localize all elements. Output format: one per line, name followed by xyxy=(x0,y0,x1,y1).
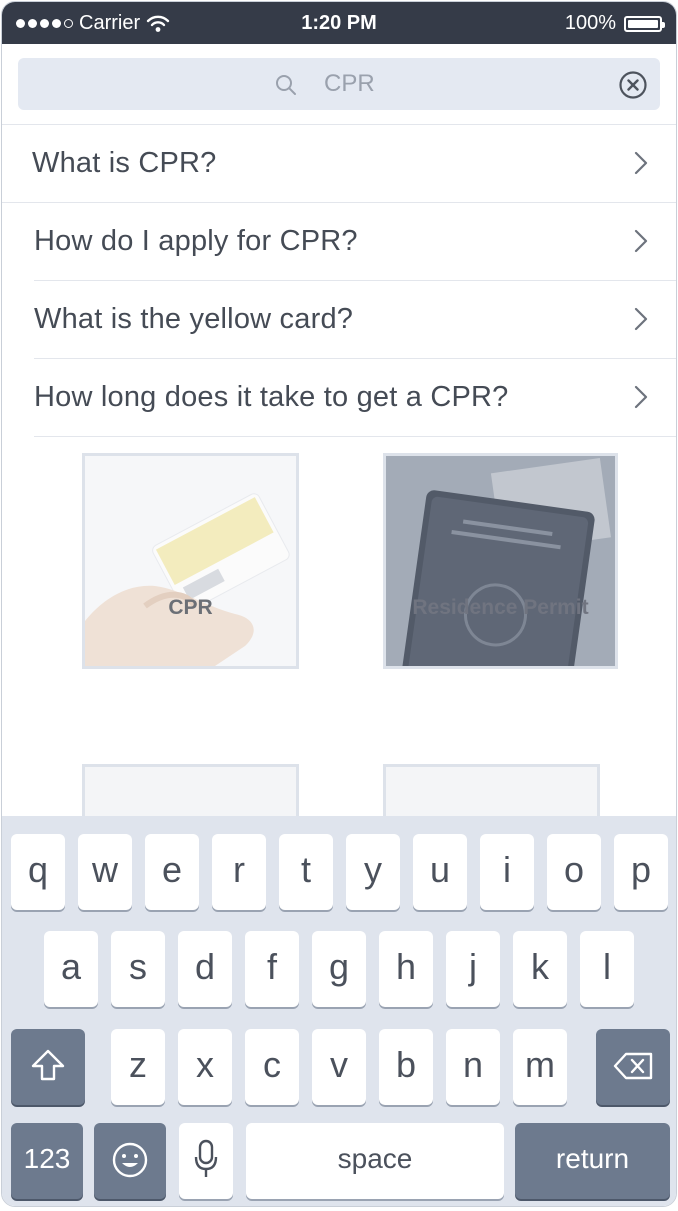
chevron-right-icon xyxy=(634,229,648,253)
key-r[interactable]: r xyxy=(212,834,266,910)
key-f[interactable]: f xyxy=(245,931,299,1007)
phone-screen: Carrier 1:20 PM 100% CPR What is CPR? Ho… xyxy=(1,1,677,1207)
key-i[interactable]: i xyxy=(480,834,534,910)
key-b[interactable]: b xyxy=(379,1029,433,1105)
battery-icon xyxy=(624,15,665,32)
residence-permit-tile[interactable]: Residence Permit xyxy=(383,453,618,669)
shift-arrow-icon xyxy=(31,1049,65,1081)
chevron-right-icon xyxy=(634,151,648,175)
search-icon xyxy=(276,75,296,95)
backspace-icon xyxy=(613,1052,653,1080)
key-s[interactable]: s xyxy=(111,931,165,1007)
key-l[interactable]: l xyxy=(580,931,634,1007)
key-e[interactable]: e xyxy=(145,834,199,910)
search-area: CPR xyxy=(2,44,676,125)
key-o[interactable]: o xyxy=(547,834,601,910)
tile-label: Residence Permit xyxy=(412,596,589,619)
status-bar: Carrier 1:20 PM 100% xyxy=(2,2,676,44)
key-m[interactable]: m xyxy=(513,1029,567,1105)
result-question: What is CPR? xyxy=(32,147,217,179)
key-h[interactable]: h xyxy=(379,931,433,1007)
space-key[interactable]: space xyxy=(246,1123,504,1199)
search-input[interactable]: CPR xyxy=(324,70,375,98)
clear-search-icon[interactable] xyxy=(618,70,648,100)
key-j[interactable]: j xyxy=(446,931,500,1007)
keyboard: q w e r t y u i o p a s d f g h j k l z … xyxy=(2,816,676,1206)
key-k[interactable]: k xyxy=(513,931,567,1007)
key-t[interactable]: t xyxy=(279,834,333,910)
list-item[interactable]: What is the yellow card? xyxy=(34,281,676,359)
key-c[interactable]: c xyxy=(245,1029,299,1105)
key-y[interactable]: y xyxy=(346,834,400,910)
return-key[interactable]: return xyxy=(515,1123,670,1199)
backspace-key[interactable] xyxy=(596,1029,670,1105)
search-field[interactable]: CPR xyxy=(18,58,660,110)
emoji-icon xyxy=(112,1142,148,1178)
card-in-hand-image xyxy=(85,456,296,666)
emoji-key[interactable] xyxy=(94,1123,166,1199)
key-q[interactable]: q xyxy=(11,834,65,910)
tile-partial[interactable] xyxy=(383,764,600,824)
results-list: What is CPR? How do I apply for CPR? Wha… xyxy=(2,125,676,437)
cpr-tile[interactable]: CPR xyxy=(82,453,299,669)
key-z[interactable]: z xyxy=(111,1029,165,1105)
tile-label: CPR xyxy=(168,596,213,619)
battery-percentage: 100% xyxy=(564,12,616,34)
key-v[interactable]: v xyxy=(312,1029,366,1105)
key-a[interactable]: a xyxy=(44,931,98,1007)
result-question: What is the yellow card? xyxy=(34,303,354,335)
key-x[interactable]: x xyxy=(178,1029,232,1105)
numbers-key[interactable]: 123 xyxy=(11,1123,83,1199)
passport-image xyxy=(386,456,615,666)
key-g[interactable]: g xyxy=(312,931,366,1007)
list-item[interactable]: What is CPR? xyxy=(2,125,676,203)
key-p[interactable]: p xyxy=(614,834,668,910)
microphone-icon xyxy=(194,1139,218,1177)
status-right: 100% xyxy=(564,12,665,35)
result-question: How long does it take to get a CPR? xyxy=(34,381,509,413)
dictation-key[interactable] xyxy=(179,1123,233,1199)
shift-key[interactable] xyxy=(11,1029,85,1105)
list-item[interactable]: How do I apply for CPR? xyxy=(34,203,676,281)
key-n[interactable]: n xyxy=(446,1029,500,1105)
key-w[interactable]: w xyxy=(78,834,132,910)
tile-partial[interactable] xyxy=(82,764,299,824)
key-u[interactable]: u xyxy=(413,834,467,910)
key-d[interactable]: d xyxy=(178,931,232,1007)
chevron-right-icon xyxy=(634,307,648,331)
list-item[interactable]: How long does it take to get a CPR? xyxy=(34,359,676,437)
chevron-right-icon xyxy=(634,385,648,409)
result-question: How do I apply for CPR? xyxy=(34,225,358,257)
